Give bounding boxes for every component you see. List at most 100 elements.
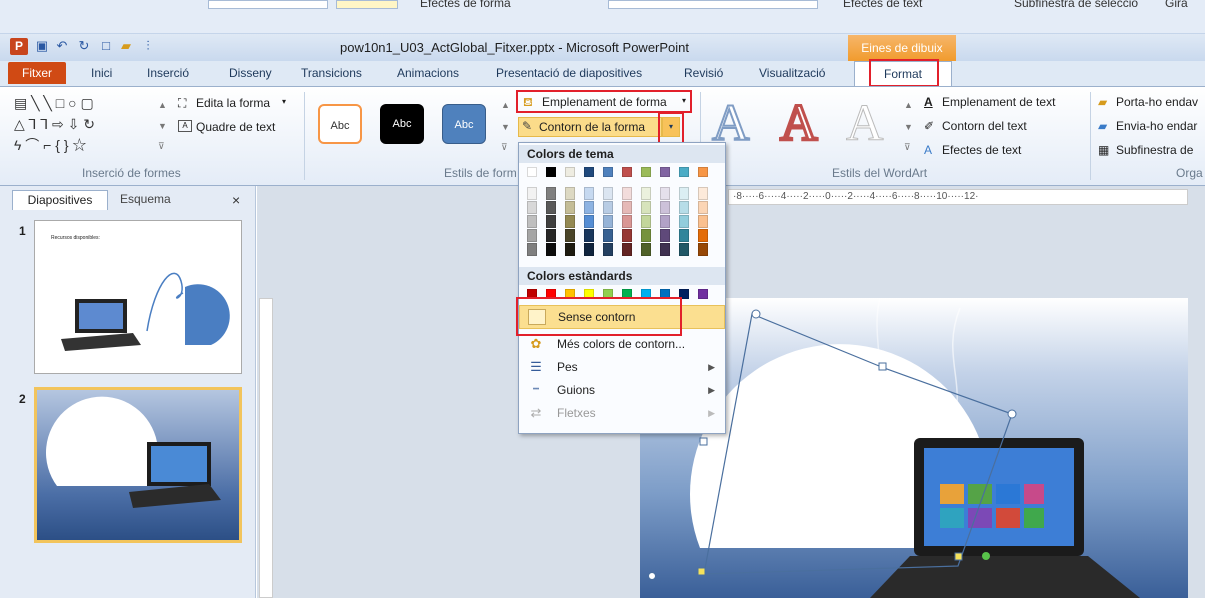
- theme-shade-swatch[interactable]: [622, 215, 632, 228]
- menu-item-dashes[interactable]: ┅ Guions ▶: [519, 379, 725, 401]
- theme-shade-swatch[interactable]: [584, 243, 594, 256]
- styles-scroll-up-icon[interactable]: ▲: [501, 98, 510, 112]
- theme-shade-swatch[interactable]: [622, 243, 632, 256]
- theme-shade-swatch[interactable]: [565, 243, 575, 256]
- theme-color-swatch[interactable]: [527, 167, 537, 177]
- shape-style-blue[interactable]: Abc: [442, 104, 486, 144]
- theme-shade-swatch[interactable]: [565, 201, 575, 214]
- theme-shade-swatch[interactable]: [603, 187, 613, 200]
- theme-shade-swatch[interactable]: [641, 243, 651, 256]
- theme-color-swatch[interactable]: [622, 167, 632, 177]
- wordart-scroll-down-icon[interactable]: ▼: [904, 120, 913, 134]
- theme-shade-swatch[interactable]: [603, 215, 613, 228]
- theme-shade-swatch[interactable]: [660, 187, 670, 200]
- theme-color-swatch[interactable]: [698, 167, 708, 177]
- tab-presentacio[interactable]: Presentació de diapositives: [496, 66, 642, 80]
- menu-item-more-colors[interactable]: ✿ Més colors de contorn...: [519, 333, 725, 355]
- theme-color-swatch[interactable]: [603, 167, 613, 177]
- theme-color-swatch[interactable]: [584, 167, 594, 177]
- gallery-scroll-down-icon[interactable]: ▼: [158, 119, 167, 133]
- theme-shade-swatch[interactable]: [603, 229, 613, 242]
- shapes-gallery-row3-icon[interactable]: ϟ ⌒ ⌐ { } ☆: [14, 138, 86, 152]
- theme-shade-swatch[interactable]: [565, 215, 575, 228]
- standard-color-swatch[interactable]: [698, 289, 708, 299]
- theme-color-swatch[interactable]: [679, 167, 689, 177]
- save-icon[interactable]: ▣: [34, 38, 50, 54]
- theme-shade-swatch[interactable]: [698, 215, 708, 228]
- theme-shade-swatch[interactable]: [679, 187, 689, 200]
- theme-shade-swatch[interactable]: [603, 243, 613, 256]
- slide-thumbnail-1[interactable]: Recursos disponibles:: [34, 220, 242, 374]
- theme-shade-swatch[interactable]: [565, 229, 575, 242]
- theme-shade-swatch[interactable]: [527, 243, 537, 256]
- theme-shade-swatch[interactable]: [546, 229, 556, 242]
- strip-rotate[interactable]: Gira: [1165, 0, 1188, 10]
- theme-shade-swatch[interactable]: [679, 201, 689, 214]
- theme-shade-swatch[interactable]: [565, 187, 575, 200]
- styles-scroll-down-icon[interactable]: ▼: [501, 120, 510, 134]
- strip-shape-effects[interactable]: Efectes de forma: [420, 0, 511, 10]
- theme-shade-swatch[interactable]: [660, 229, 670, 242]
- theme-shade-swatch[interactable]: [546, 201, 556, 214]
- theme-shade-swatch[interactable]: [622, 201, 632, 214]
- slide-thumbnail-2[interactable]: [34, 387, 242, 543]
- theme-shade-swatch[interactable]: [641, 229, 651, 242]
- shape-outline-button[interactable]: ✎ Contorn de la forma: [518, 117, 662, 137]
- theme-shade-swatch[interactable]: [527, 187, 537, 200]
- tab-disseny[interactable]: Disseny: [229, 66, 272, 80]
- tab-inici[interactable]: Inici: [91, 66, 112, 80]
- tab-revisio[interactable]: Revisió: [684, 66, 723, 80]
- theme-shade-swatch[interactable]: [679, 243, 689, 256]
- theme-color-swatch[interactable]: [641, 167, 651, 177]
- gallery-more-icon[interactable]: ⊽: [158, 139, 165, 153]
- theme-shade-swatch[interactable]: [622, 229, 632, 242]
- theme-shade-swatch[interactable]: [698, 201, 708, 214]
- tab-slides[interactable]: Diapositives: [12, 190, 108, 210]
- gallery-scroll-up-icon[interactable]: ▲: [158, 98, 167, 112]
- tab-insercio[interactable]: Inserció: [147, 66, 189, 80]
- redo-icon[interactable]: ↻: [76, 38, 92, 54]
- theme-shade-swatch[interactable]: [698, 187, 708, 200]
- theme-shade-swatch[interactable]: [641, 201, 651, 214]
- powerpoint-logo-icon[interactable]: P: [10, 38, 28, 55]
- new-icon[interactable]: □: [98, 38, 114, 54]
- strip-text-effects[interactable]: Efectes de text: [843, 0, 922, 10]
- wordart-more-icon[interactable]: ⊽: [904, 140, 911, 154]
- customize-toolbar-icon[interactable]: ⫶: [140, 38, 156, 54]
- menu-item-weight[interactable]: ☰ Pes ▶: [519, 356, 725, 378]
- shapes-gallery-icon[interactable]: ▤ ╲ ╲ □ ○ ▢: [14, 96, 94, 110]
- theme-shade-swatch[interactable]: [546, 215, 556, 228]
- wordart-style-light[interactable]: A: [846, 95, 885, 152]
- theme-color-swatch[interactable]: [660, 167, 670, 177]
- strip-selection-pane[interactable]: Subfinestra de selecció: [1014, 0, 1138, 10]
- tab-outline[interactable]: Esquema: [120, 190, 171, 209]
- theme-shade-swatch[interactable]: [679, 215, 689, 228]
- theme-shade-swatch[interactable]: [603, 201, 613, 214]
- tab-fitxer[interactable]: Fitxer: [8, 62, 66, 84]
- theme-shade-swatch[interactable]: [660, 201, 670, 214]
- theme-shade-swatch[interactable]: [546, 243, 556, 256]
- shapes-gallery-row2-icon[interactable]: △ ⅂ ⅂ ⇨ ⇩ ↻: [14, 117, 95, 131]
- theme-color-swatch[interactable]: [546, 167, 556, 177]
- theme-shade-swatch[interactable]: [527, 229, 537, 242]
- undo-icon[interactable]: ↶: [54, 38, 70, 54]
- styles-more-icon[interactable]: ⊽: [501, 140, 508, 154]
- shape-style-orange-outline[interactable]: Abc: [318, 104, 362, 144]
- wordart-style-red[interactable]: A: [779, 94, 820, 153]
- open-folder-icon[interactable]: ▰: [118, 38, 134, 54]
- theme-shade-swatch[interactable]: [660, 215, 670, 228]
- theme-shade-swatch[interactable]: [584, 201, 594, 214]
- theme-shade-swatch[interactable]: [527, 215, 537, 228]
- tab-visualitzacio[interactable]: Visualització: [759, 66, 825, 80]
- theme-color-swatch[interactable]: [565, 167, 575, 177]
- theme-shade-swatch[interactable]: [622, 187, 632, 200]
- theme-shade-swatch[interactable]: [679, 229, 689, 242]
- theme-shade-swatch[interactable]: [584, 215, 594, 228]
- theme-shade-swatch[interactable]: [641, 215, 651, 228]
- close-panel-icon[interactable]: ×: [232, 192, 240, 208]
- theme-shade-swatch[interactable]: [698, 229, 708, 242]
- shape-style-black[interactable]: Abc: [380, 104, 424, 144]
- theme-shade-swatch[interactable]: [641, 187, 651, 200]
- tab-transicions[interactable]: Transicions: [301, 66, 362, 80]
- theme-shade-swatch[interactable]: [546, 187, 556, 200]
